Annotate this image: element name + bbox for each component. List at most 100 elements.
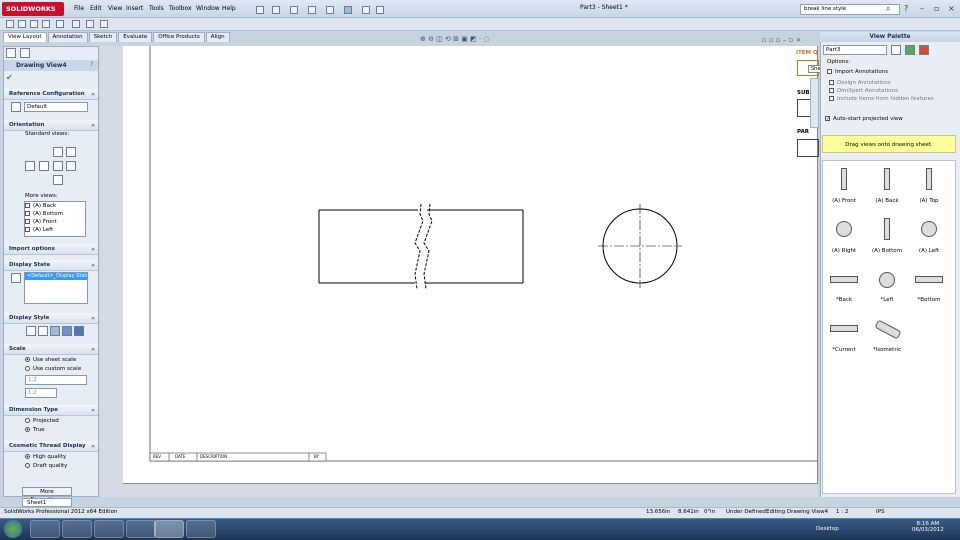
- minimize-icon[interactable]: –: [920, 5, 924, 13]
- open-icon[interactable]: [272, 6, 280, 14]
- cosmetic-thread-header[interactable]: Cosmetic Thread Display «: [4, 441, 98, 452]
- heads-up-view-toolbar[interactable]: ⊕ ⊖ ◫ ⟲ ⊞ ▣ ◩ · ◌: [420, 35, 489, 43]
- more-views-list[interactable]: (A) Back (A) Bottom (A) Front (A) Left: [24, 201, 86, 237]
- view-top-thumbnail[interactable]: [926, 168, 932, 190]
- display-state-list[interactable]: <Default>_Display State: [24, 272, 88, 304]
- scale-status[interactable]: 1 : 2: [836, 509, 848, 515]
- hidden-features-checkbox[interactable]: Include items from hidden features: [829, 95, 934, 103]
- list-item[interactable]: <Default>_Display State: [25, 273, 87, 280]
- star-back-thumbnail[interactable]: [830, 276, 858, 283]
- menu-help[interactable]: Help: [222, 4, 236, 14]
- section-view-icon[interactable]: [42, 20, 50, 28]
- alternate-position-icon[interactable]: [100, 20, 108, 28]
- import-annotations-checkbox[interactable]: Import Annotations: [827, 68, 888, 76]
- new-document-icon[interactable]: [256, 6, 264, 14]
- browse-icon[interactable]: [891, 45, 901, 55]
- star-bottom-thumbnail[interactable]: [915, 276, 943, 283]
- print-icon[interactable]: [308, 6, 316, 14]
- wireframe-icon[interactable]: [26, 326, 36, 336]
- clock[interactable]: 8:16 AM 06/03/2012: [912, 521, 944, 533]
- shaded-edges-icon[interactable]: [62, 326, 72, 336]
- crop-view-icon[interactable]: [86, 20, 94, 28]
- true-radio[interactable]: True: [25, 426, 45, 434]
- menu-edit[interactable]: Edit: [90, 4, 102, 14]
- auxiliary-view-icon[interactable]: [30, 20, 38, 28]
- auto-start-checkbox[interactable]: ✓ Auto-start projected view: [825, 115, 903, 123]
- list-item[interactable]: (A) Back: [25, 202, 85, 210]
- view-left-thumbnail[interactable]: [921, 221, 937, 237]
- media-player-icon[interactable]: [94, 520, 124, 538]
- reference-config-header[interactable]: Reference Configuration «: [4, 89, 98, 100]
- circular-view-side[interactable]: [598, 204, 682, 288]
- list-item[interactable]: (A) Front: [25, 218, 85, 226]
- menu-window[interactable]: Window: [196, 4, 220, 14]
- options-icon[interactable]: [376, 6, 384, 14]
- view-isometric-icon[interactable]: [66, 147, 76, 157]
- design-annotations-checkbox[interactable]: Design Annotations: [829, 79, 891, 87]
- sheet-tab[interactable]: Sheet1: [22, 498, 72, 507]
- units-status[interactable]: IPS: [876, 509, 884, 515]
- collapse-chevron-icon[interactable]: «: [91, 313, 95, 324]
- custom-scale-select[interactable]: 1:2: [25, 375, 87, 385]
- view-right-icon[interactable]: [53, 161, 63, 171]
- select-icon[interactable]: [344, 6, 352, 14]
- tab-evaluate[interactable]: Evaluate: [118, 32, 153, 42]
- view-front-icon[interactable]: [53, 147, 63, 157]
- projected-view-icon[interactable]: [18, 20, 26, 28]
- collapse-chevron-icon[interactable]: «: [91, 441, 95, 452]
- file-explorer-icon[interactable]: [62, 520, 92, 538]
- start-button-icon[interactable]: [4, 520, 22, 538]
- desktop-toolbar[interactable]: Desktop: [816, 526, 839, 532]
- high-quality-radio[interactable]: High quality: [25, 453, 66, 461]
- part-box[interactable]: [797, 139, 819, 157]
- display-style-header[interactable]: Display Style «: [4, 313, 98, 324]
- collapse-chevron-icon[interactable]: «: [91, 405, 95, 416]
- view-back-icon[interactable]: [25, 161, 35, 171]
- undo-icon[interactable]: [326, 6, 334, 14]
- draft-quality-radio[interactable]: Draft quality: [25, 462, 67, 470]
- property-manager-icon[interactable]: [20, 48, 30, 58]
- solidworks-taskbar-icon[interactable]: [154, 520, 184, 538]
- clear-icon[interactable]: [919, 45, 929, 55]
- part-select[interactable]: Part3: [823, 45, 887, 55]
- more-properties-button[interactable]: More Properties...: [22, 487, 72, 503]
- view-bottom-thumbnail[interactable]: [884, 218, 890, 240]
- break-view-icon[interactable]: [72, 20, 80, 28]
- tab-annotation[interactable]: Annotation: [47, 32, 88, 42]
- view-top-icon[interactable]: [39, 161, 49, 171]
- dimxpert-annotations-checkbox[interactable]: DimXpert Annotations: [829, 87, 898, 95]
- menu-toolbox[interactable]: Toolbox: [169, 4, 192, 14]
- broken-view-front[interactable]: [318, 203, 524, 290]
- configuration-select[interactable]: Default: [24, 102, 88, 112]
- hidden-visible-icon[interactable]: [38, 326, 48, 336]
- collapse-chevron-icon[interactable]: «: [91, 260, 95, 271]
- custom-scale-input[interactable]: 1:2: [25, 388, 57, 398]
- projected-radio[interactable]: Projected: [25, 417, 59, 425]
- rebuild-icon[interactable]: [362, 6, 370, 14]
- shaded-icon[interactable]: [74, 326, 84, 336]
- model-view-icon[interactable]: [6, 20, 14, 28]
- list-item[interactable]: (A) Bottom: [25, 210, 85, 218]
- solidworks-explorer-icon[interactable]: [186, 520, 216, 538]
- ok-check-icon[interactable]: ✔: [6, 73, 13, 82]
- detail-view-icon[interactable]: [56, 20, 64, 28]
- task-pane-tabs[interactable]: [810, 78, 819, 128]
- menu-insert[interactable]: Insert: [126, 4, 143, 14]
- search-input[interactable]: break line style: [800, 4, 900, 15]
- expand-chevron-icon[interactable]: »: [91, 244, 95, 255]
- view-right-thumbnail[interactable]: [836, 221, 852, 237]
- collapse-chevron-icon[interactable]: «: [91, 344, 95, 355]
- list-item[interactable]: (A) Left: [25, 226, 85, 234]
- view-back-thumbnail[interactable]: [884, 168, 890, 190]
- search-icon[interactable]: ⌕: [886, 5, 890, 13]
- view-bottom-icon[interactable]: [66, 161, 76, 171]
- view-front-thumbnail[interactable]: [841, 168, 847, 190]
- hidden-removed-icon[interactable]: [50, 326, 60, 336]
- collapse-chevron-icon[interactable]: «: [91, 89, 95, 100]
- refresh-icon[interactable]: [905, 45, 915, 55]
- menu-file[interactable]: File: [74, 4, 84, 14]
- tab-sketch[interactable]: Sketch: [88, 32, 118, 42]
- star-left-thumbnail[interactable]: [879, 272, 895, 288]
- restore-icon[interactable]: ▫: [934, 5, 939, 13]
- star-current-thumbnail[interactable]: [830, 325, 858, 332]
